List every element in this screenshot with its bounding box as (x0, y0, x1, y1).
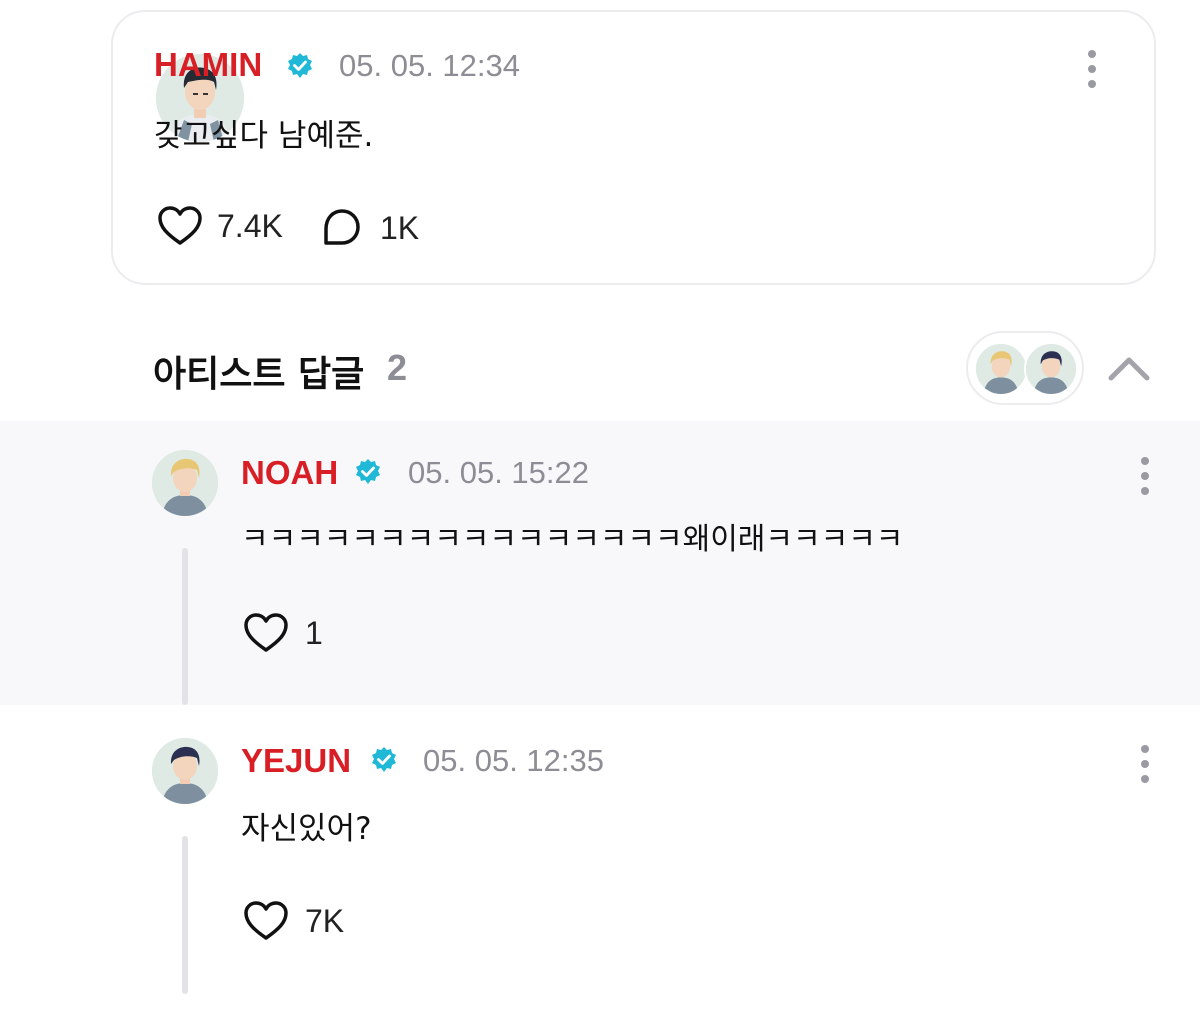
yejun-avatar[interactable] (152, 738, 218, 804)
post-comment-button[interactable]: 1K (320, 207, 419, 249)
chevron-up-icon[interactable] (1105, 350, 1153, 384)
heart-icon (244, 901, 288, 940)
noah-mini-avatar (974, 342, 1028, 396)
noah-avatar[interactable] (152, 450, 218, 516)
heart-icon (158, 206, 202, 245)
post-more-button[interactable] (1087, 50, 1097, 88)
heart-icon (244, 613, 288, 652)
yejun-timestamp: 05. 05. 12:35 (423, 743, 604, 778)
yejun-reply-text: 자신있어? (241, 811, 372, 847)
post-comment-count: 1K (380, 209, 420, 246)
post-timestamp: 05. 05. 12:34 (339, 48, 520, 83)
artist-replies-count: 2 (387, 347, 408, 388)
more-vertical-icon (1088, 50, 1096, 58)
post-author-name[interactable]: HAMIN (154, 46, 262, 84)
verified-badge-icon (288, 53, 312, 78)
page: HAMIN 05. 05. 12:34 갖고싶다 남예준. 7.4K 1K 아티… (0, 0, 1200, 1011)
noah-timestamp: 05. 05. 15:22 (408, 455, 589, 490)
yejun-more-button[interactable] (1140, 745, 1150, 783)
noah-author-name[interactable]: NOAH (241, 454, 338, 492)
yejun-mini-avatar (1024, 342, 1078, 396)
artist-replies-title: 아티스트 답글 (153, 354, 365, 395)
verified-badge-icon (372, 747, 396, 772)
post-text: 갖고싶다 남예준. (154, 118, 374, 154)
yejun-author-name[interactable]: YEJUN (241, 742, 351, 780)
post-like-count: 7.4K (217, 207, 283, 244)
noah-like-button[interactable]: 1 (243, 612, 323, 654)
reply-avatars-pill[interactable] (966, 331, 1084, 405)
comment-bubble-icon (324, 209, 360, 245)
more-vertical-icon (1141, 457, 1149, 465)
yejun-like-button[interactable]: 7K (243, 900, 344, 942)
noah-more-button[interactable] (1140, 457, 1150, 495)
thread-line (182, 836, 188, 994)
noah-reply-text: ㅋㅋㅋㅋㅋㅋㅋㅋㅋㅋㅋㅋㅋㅋㅋㅋ왜이래ㅋㅋㅋㅋㅋ (241, 522, 904, 557)
noah-like-count: 1 (305, 614, 323, 651)
verified-badge-icon (356, 459, 380, 484)
thread-line (182, 548, 188, 705)
post-like-button[interactable]: 7.4K (157, 205, 283, 247)
post-card: HAMIN 05. 05. 12:34 갖고싶다 남예준. 7.4K 1K (111, 10, 1156, 285)
yejun-like-count: 7K (305, 902, 345, 939)
more-vertical-icon (1141, 745, 1149, 753)
